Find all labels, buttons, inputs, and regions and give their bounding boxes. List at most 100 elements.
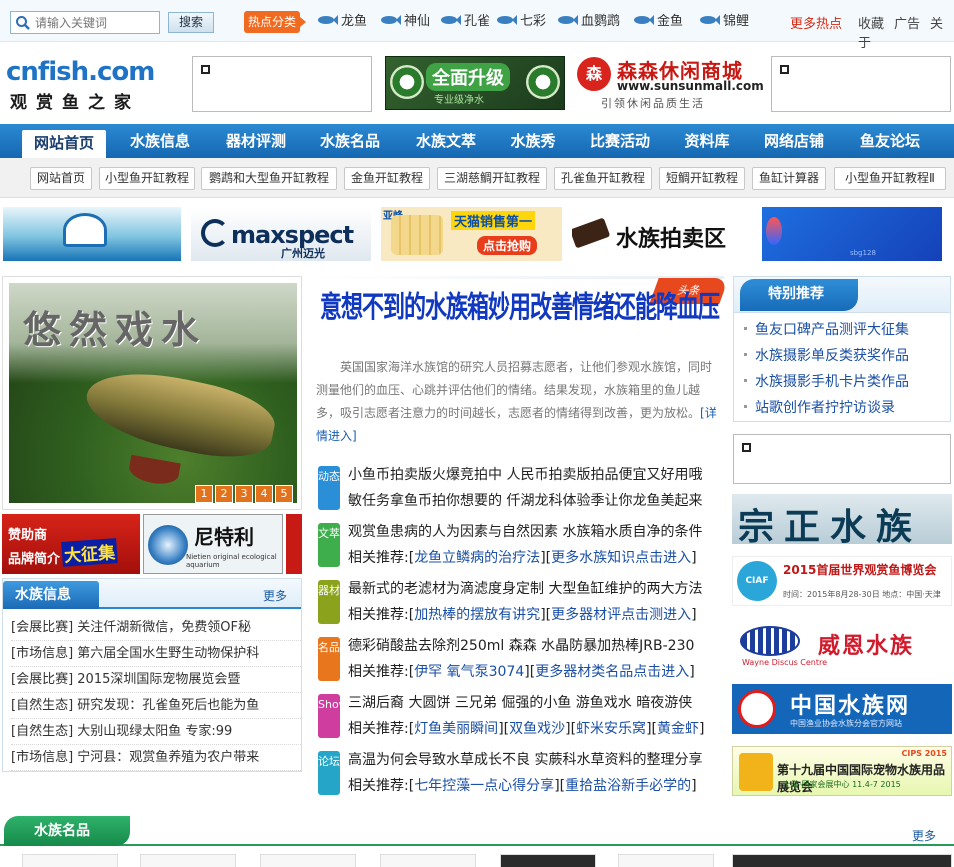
news-row[interactable]: [会展比赛] 2015深圳国际宠物展览会暨 [11,667,301,693]
fish-link-xueyingwu[interactable]: 血鹦鹉 [556,12,620,32]
nav-articles[interactable]: 水族文萃 [404,124,488,158]
nav-show[interactable]: 水族秀 [496,124,570,158]
subnav-small-fish[interactable]: 小型鱼开缸教程 [99,167,195,190]
right-ad-cips[interactable]: CIPS 2015 第十九届中国国际宠物水族用品展览会 上海·国家会展中心 11… [732,746,952,796]
product-thumb[interactable] [732,854,952,867]
subnav-tank-calculator[interactable]: 鱼缸计算器 [752,167,826,190]
fish-link-jinyu[interactable]: 金鱼 [632,12,683,32]
recommend-item[interactable]: 水族摄影单反类获奖作品 [744,343,950,369]
headline-title[interactable]: 意想不到的水族箱妙用改善情绪还能降血压 [320,290,720,328]
subnav-cichlid[interactable]: 三湖慈鲷开缸教程 [437,167,547,190]
banner-ad-filter[interactable]: 亚峰 天猫销售第一 点击抢购 [381,207,562,261]
category-badge[interactable]: 器材 [318,580,340,624]
recommend-item[interactable]: 站歌创作者拧拧访谈录 [744,395,950,421]
ad-link[interactable]: 广告 [894,17,920,32]
slide-page-4[interactable]: 4 [255,485,273,503]
banner-ad-auction[interactable]: 水族拍卖区 [572,207,752,261]
favorite-link[interactable]: 收藏 [858,17,884,32]
news-row[interactable]: [市场信息] 第六届全国水生野生动物保护科 [11,641,301,667]
related-link[interactable]: 重拾盐浴新手必学的 [565,778,691,794]
search-box[interactable] [10,11,160,34]
category-line[interactable]: 小鱼币拍卖版火爆竞拍中 人民币拍卖版拍品便宜又好用哦 [348,462,722,488]
product-thumb[interactable] [618,854,714,867]
related-link[interactable]: 龙鱼立鳞病的治疗法 [414,550,540,566]
subnav-home[interactable]: 网站首页 [30,167,92,190]
category-line[interactable]: 最新式的老滤材为滴滤度身定制 大型鱼缸维护的两大方法 [348,576,722,602]
category-line[interactable]: 敏任务拿鱼币拍你想要的 仟湖龙科体验季让你龙鱼美起来 [348,493,702,509]
product-thumb[interactable] [260,854,356,867]
search-input[interactable] [35,14,155,31]
sponsor-ad-1[interactable]: 赞助商 品牌简介 大征集 [2,514,140,574]
related-link[interactable]: 七年控藻一点心得分享 [414,778,554,794]
subnav-goldfish[interactable]: 金鱼开缸教程 [344,167,430,190]
ad-sunsun-banner[interactable]: 森 森森休闲商城 www.sunsunmall.com 引领休闲品质生活 [577,55,764,111]
fish-link-qicai[interactable]: 七彩 [495,12,546,32]
products-more-link[interactable]: 更多 [912,827,936,844]
related-link[interactable]: 更多器材类名品点击进入 [535,664,689,680]
category-line[interactable]: 高温为何会导致水草成长不良 实蕨科水草资料的整理分享 [348,747,722,773]
category-badge[interactable]: Show [318,694,348,738]
recommend-item[interactable]: 水族摄影手机卡片类作品 [744,369,950,395]
product-thumb[interactable] [380,854,476,867]
b3-buy-button[interactable]: 点击抢购 [477,236,538,255]
related-link[interactable]: 黄金虾 [657,721,699,737]
nav-home[interactable]: 网站首页 [22,130,106,158]
product-thumb[interactable] [22,854,118,867]
ad-upgrade-banner[interactable]: 全面升级 专业级净水 [385,56,565,110]
recommend-item[interactable]: 鱼友口碑产品测评大征集 [744,317,950,343]
category-line[interactable]: 观赏鱼患病的人为因素与自然因素 水族箱水质自净的条件 [348,519,722,545]
sponsor-ad-nietli[interactable]: 尼特利 Nietien original ecological aquarium [143,514,283,574]
category-badge[interactable]: 文萃 [318,523,340,567]
category-badge[interactable]: 论坛 [318,751,340,795]
sponsor-ad-3[interactable] [286,514,302,574]
category-badge[interactable]: 名品 [318,637,340,681]
fish-link-longyu[interactable]: 龙鱼 [316,12,367,32]
right-ad-china-aquarium[interactable]: 中国水族网 中国渔业协会水族分会官方网站 [732,684,952,734]
banner-ad-maxspect[interactable]: maxspect 广州迈光 [191,207,371,261]
slide-page-1[interactable]: 1 [195,485,213,503]
nav-contests[interactable]: 比赛活动 [578,124,662,158]
more-hot-link[interactable]: 更多热点 [790,13,842,32]
subnav-parrot-big-fish[interactable]: 鹦鹉和大型鱼开缸教程 [201,167,337,190]
nav-database[interactable]: 资料库 [672,124,742,158]
related-link[interactable]: 加热棒的摆放有讲究 [414,607,540,623]
banner-ad-5[interactable]: sbg128 [762,207,942,261]
news-row[interactable]: [会展比赛] 关注仟湖新微信，免费领OF秘 [11,615,301,641]
nav-equipment[interactable]: 器材评测 [214,124,298,158]
nav-products[interactable]: 水族名品 [308,124,392,158]
slide-page-3[interactable]: 3 [235,485,253,503]
fish-link-jinli[interactable]: 锦鲤 [698,12,749,32]
category-badge[interactable]: 动态 [318,466,340,510]
news-row[interactable]: [自然生态] 研究发现：孔雀鱼死后也能为鱼 [11,693,301,719]
related-link[interactable]: 双鱼戏沙 [509,721,565,737]
related-link[interactable]: 伊罕 氧气泵3074 [414,664,524,680]
right-ad-wayne[interactable]: 威恩水族 Wayne Discus Centre [732,620,952,670]
subnav-small-fish-2[interactable]: 小型鱼开缸教程Ⅱ [834,167,946,190]
site-logo[interactable]: cnfish.com 观赏鱼之家 [6,58,182,113]
banner-ad-1[interactable] [3,207,181,261]
news-row[interactable]: [自然生态] 大别山现绿太阳鱼 专家:99 [11,719,301,745]
slide-page-2[interactable]: 2 [215,485,233,503]
nav-news[interactable]: 水族信息 [118,124,202,158]
right-ad-ciaf[interactable]: CIAF 2015首届世界观赏鱼博览会 时间：2015年8月28-30日 地点：… [732,556,952,606]
subnav-dwarf-cichlid[interactable]: 短鲷开缸教程 [659,167,745,190]
nav-shops[interactable]: 网络店铺 [752,124,836,158]
related-link[interactable]: 更多水族知识点击进入 [551,550,691,566]
news-more-link[interactable]: 更多 [263,587,287,604]
right-ad-zongzheng[interactable]: 宗正水族 [732,494,952,544]
slide-image[interactable]: 悠然戏水 [9,283,297,503]
product-thumb[interactable] [500,854,596,867]
related-link[interactable]: 灯鱼美丽瞬间 [414,721,498,737]
search-button[interactable]: 搜索 [168,12,214,33]
category-line[interactable]: 德彩硝酸盐去除剂250ml 森森 水晶防暴加热棒JRB-230 [348,633,722,659]
related-link[interactable]: 更多器材评点击测进入 [551,607,691,623]
related-link[interactable]: 虾米安乐窝 [576,721,646,737]
nav-forum[interactable]: 鱼友论坛 [848,124,932,158]
category-line[interactable]: 三湖后裔 大圆饼 三兄弟 倔强的小鱼 游鱼戏水 暗夜游侠 [348,690,722,716]
slide-page-5[interactable]: 5 [275,485,293,503]
product-thumb[interactable] [140,854,236,867]
subnav-guppy[interactable]: 孔雀鱼开缸教程 [554,167,652,190]
fish-link-shenxian[interactable]: 神仙 [379,12,430,32]
news-row[interactable]: [市场信息] 宁河县：观赏鱼养殖为农户带来 [11,745,301,771]
fish-link-kongque[interactable]: 孔雀 [439,12,490,32]
